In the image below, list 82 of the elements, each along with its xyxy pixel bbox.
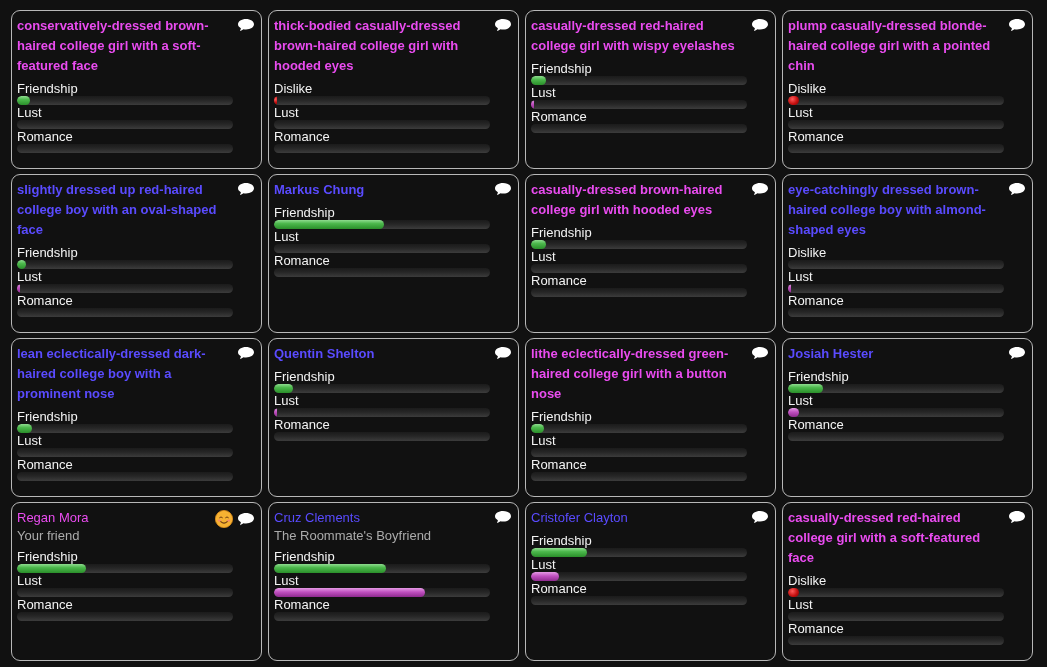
meter-label: Romance: [531, 273, 587, 288]
meter-label: Friendship: [531, 409, 592, 424]
meter-label: Lust: [531, 433, 556, 448]
meter-label: Dislike: [788, 81, 827, 96]
character-name: Quentin Shelton: [274, 345, 375, 363]
character-name: lithe eclectically-dressed green-haired college girl with a button nose: [531, 345, 730, 403]
character-name: conservatively-dressed brown-haired college girl with a soft-featured face: [17, 17, 210, 75]
speech-bubble-icon[interactable]: [752, 19, 768, 32]
character-name: Cruz Clements: [274, 509, 360, 527]
speech-bubble-icon[interactable]: [752, 511, 768, 524]
meter-label: Romance: [531, 109, 587, 124]
meter-label: Friendship: [531, 61, 592, 76]
meter-label: Romance: [788, 417, 844, 432]
meter-label: Romance: [531, 581, 587, 596]
character-name: Cristofer Clayton: [531, 509, 628, 527]
speech-bubble-icon[interactable]: [495, 19, 511, 32]
meter-label: Romance: [17, 129, 73, 144]
speech-bubble-icon[interactable]: [238, 347, 254, 360]
meter-label: Lust: [274, 393, 299, 408]
meter-label: Romance: [788, 621, 844, 636]
meter-label: Friendship: [274, 549, 335, 564]
meter-label: Lust: [274, 573, 299, 588]
meter-label: Lust: [17, 573, 42, 588]
character-name: Markus Chung: [274, 181, 365, 199]
character-name: Josiah Hester: [788, 345, 874, 363]
meter-label: Romance: [17, 293, 73, 308]
character-name: casually-dressed red-haired college girl with wispy eyelashes: [531, 17, 736, 55]
character-name: eye-catchingly dressed brown-haired college boy with almond-shaped eyes: [788, 181, 987, 239]
meter-label: Lust: [531, 557, 556, 572]
character-name: thick-bodied casually-dressed brown-haired college girl with hooded eyes: [274, 17, 462, 75]
meter-label: Dislike: [788, 573, 827, 588]
meter-label: Lust: [531, 85, 556, 100]
speech-bubble-icon[interactable]: [1009, 183, 1025, 196]
speech-bubble-icon[interactable]: [752, 347, 768, 360]
character-name: casually-dressed brown-haired college girl with hooded eyes: [531, 181, 724, 219]
speech-bubble-icon[interactable]: [1009, 511, 1025, 524]
character-name: lean eclectically-dressed dark-haired college boy with a prominent nose: [17, 345, 207, 403]
meter-label: Romance: [274, 253, 330, 268]
meter-label: Lust: [17, 433, 42, 448]
character-name: Regan Mora: [17, 509, 89, 527]
character-name: plump casually-dressed blonde-haired college girl with a pointed chin: [788, 17, 992, 75]
meter-label: Lust: [17, 105, 42, 120]
speech-bubble-icon[interactable]: [238, 19, 254, 32]
relationship-text: Your friend: [17, 528, 80, 544]
meter-label: Friendship: [17, 245, 78, 260]
relationship-text: The Roommate's Boyfriend: [274, 528, 432, 544]
meter-label: Romance: [17, 597, 73, 612]
meter-label: Dislike: [274, 81, 313, 96]
speech-bubble-icon[interactable]: [495, 183, 511, 196]
speech-bubble-icon[interactable]: [1009, 347, 1025, 360]
meter-label: Lust: [274, 105, 299, 120]
meter-label: Lust: [788, 269, 813, 284]
meter-label: Lust: [274, 229, 299, 244]
speech-bubble-icon[interactable]: [238, 183, 254, 196]
speech-bubble-icon[interactable]: [495, 511, 511, 524]
meter-label: Friendship: [531, 533, 592, 548]
speech-bubble-icon[interactable]: [1009, 19, 1025, 32]
speech-bubble-icon[interactable]: [495, 347, 511, 360]
meter-label: Lust: [788, 597, 813, 612]
character-name: casually-dressed red-haired college girl with a soft-featured face: [788, 509, 982, 567]
meter-label: Friendship: [17, 81, 78, 96]
speech-bubble-icon[interactable]: [238, 513, 254, 526]
meter-label: Lust: [788, 393, 813, 408]
meter-label: Friendship: [17, 549, 78, 564]
meter-label: Romance: [788, 293, 844, 308]
character-name: slightly dressed up red-haired college boy with an oval-shaped face: [17, 181, 218, 239]
meter-label: Lust: [788, 105, 813, 120]
meter-label: Friendship: [274, 205, 335, 220]
meter-label: Romance: [274, 417, 330, 432]
meter-label: Romance: [274, 597, 330, 612]
meter-label: Friendship: [274, 369, 335, 384]
meter-label: Friendship: [788, 369, 849, 384]
speech-bubble-icon[interactable]: [752, 183, 768, 196]
meter-label: Lust: [531, 249, 556, 264]
meter-label: Romance: [17, 457, 73, 472]
meter-label: Dislike: [788, 245, 827, 260]
meter-label: Romance: [788, 129, 844, 144]
meter-label: Friendship: [531, 225, 592, 240]
meter-label: Friendship: [17, 409, 78, 424]
meter-label: Romance: [274, 129, 330, 144]
meter-label: Lust: [17, 269, 42, 284]
meter-label: Romance: [531, 457, 587, 472]
